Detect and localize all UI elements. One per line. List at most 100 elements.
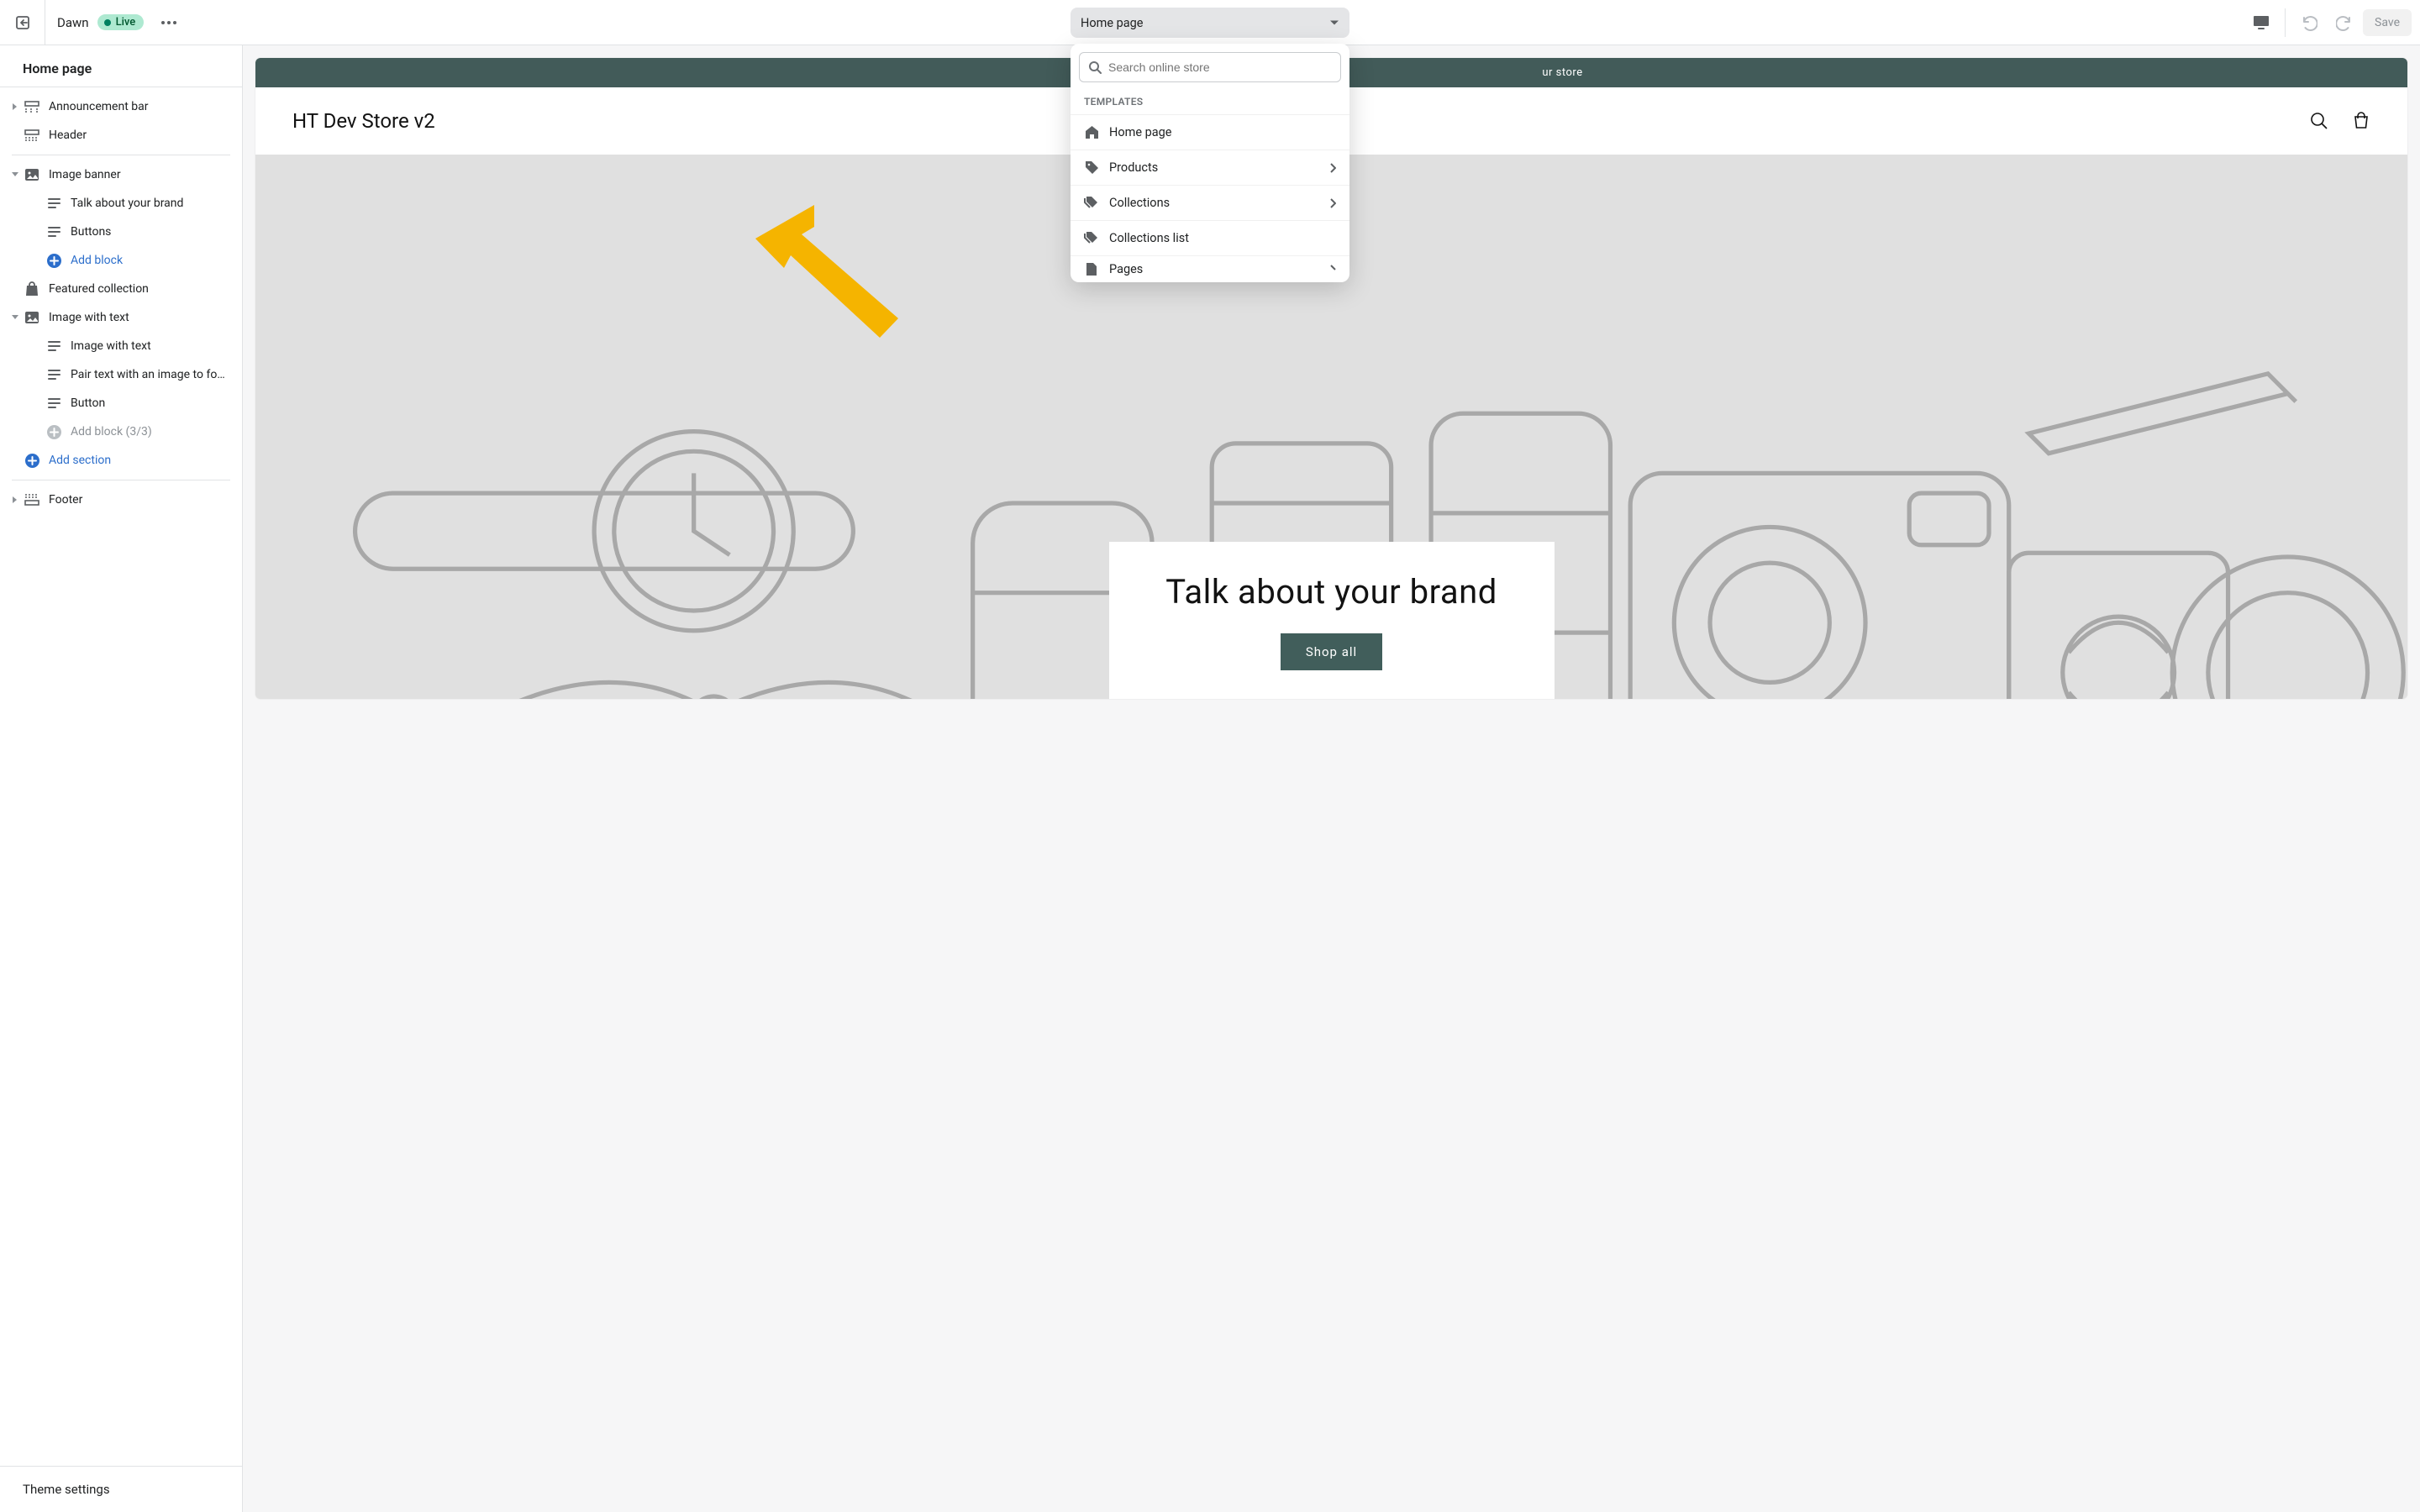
plus-circle-icon	[25, 454, 39, 468]
banner-card: Talk about your brand Shop all	[1109, 542, 1555, 699]
caret-down-icon	[11, 171, 19, 178]
search-icon	[1088, 60, 1102, 74]
template-popover: TEMPLATES Home page Products Collections…	[1071, 44, 1349, 282]
section-footer-icon	[24, 494, 39, 506]
chevron-right-icon	[1329, 265, 1336, 275]
home-icon	[1085, 125, 1099, 139]
topbar: Dawn Live Home page Save	[0, 0, 2420, 45]
caret-down-icon	[1329, 19, 1339, 26]
plus-circle-icon	[47, 425, 61, 439]
exit-icon	[14, 14, 31, 31]
template-item-home[interactable]: Home page	[1071, 114, 1349, 150]
cart-icon[interactable]	[2352, 112, 2370, 130]
add-section-button[interactable]: Add section	[7, 446, 235, 475]
sidebar-item-image-banner[interactable]: Image banner	[7, 160, 235, 189]
save-button[interactable]: Save	[2363, 9, 2412, 36]
template-item-pages[interactable]: Pages	[1071, 255, 1349, 282]
sidebar-item-label: Featured collection	[49, 282, 230, 296]
page-selector-label: Home page	[1081, 16, 1143, 30]
sidebar-item-announcement-bar[interactable]: Announcement bar	[7, 92, 235, 121]
sidebar-item-featured-collection[interactable]: Featured collection	[7, 275, 235, 303]
text-lines-icon	[48, 398, 60, 408]
plus-circle-icon	[47, 254, 61, 268]
sidebar-item-label: Announcement bar	[49, 100, 230, 113]
sidebar-item-label: Header	[49, 129, 230, 142]
search-icon[interactable]	[2310, 112, 2328, 130]
template-item-label: Home page	[1109, 125, 1171, 139]
text-lines-icon	[48, 370, 60, 380]
template-item-label: Pages	[1109, 262, 1143, 276]
image-icon	[24, 311, 39, 324]
search-input[interactable]	[1108, 60, 1332, 74]
topbar-center: Home page	[1071, 8, 1349, 38]
sidebar-item-label: Button	[71, 396, 230, 410]
theme-settings-button[interactable]: Theme settings	[0, 1466, 242, 1512]
sidebar-item-label: Add block (3/3)	[71, 425, 230, 438]
sidebar-item-label: Pair text with an image to focu...	[71, 368, 230, 381]
redo-icon	[2336, 14, 2353, 31]
sidebar-item-label: Add block	[71, 254, 230, 267]
sidebar-item-pair-text[interactable]: Pair text with an image to focu...	[7, 360, 235, 389]
undo-button[interactable]	[2292, 8, 2326, 38]
template-item-label: Collections	[1109, 196, 1170, 210]
sidebar-item-label: Buttons	[71, 225, 230, 239]
search-input-wrapper[interactable]	[1079, 52, 1341, 82]
template-item-label: Collections list	[1109, 231, 1189, 245]
bag-icon	[25, 281, 39, 297]
sidebar-item-label: Talk about your brand	[71, 197, 230, 210]
sidebar-item-label: Add section	[49, 454, 230, 467]
dots-horizontal-icon	[161, 21, 176, 24]
caret-right-icon	[12, 496, 18, 504]
status-badge: Live	[97, 14, 145, 30]
popover-section-header: TEMPLATES	[1071, 84, 1349, 114]
status-badge-label: Live	[116, 16, 136, 29]
status-dot-icon	[104, 19, 111, 26]
template-item-label: Products	[1109, 160, 1158, 175]
template-item-collections[interactable]: Collections	[1071, 185, 1349, 220]
sidebar: Home page Announcement bar Header Image …	[0, 45, 243, 1512]
exit-button[interactable]	[0, 0, 45, 45]
sidebar-item-iwt-child[interactable]: Image with text	[7, 332, 235, 360]
sidebar-item-label: Image with text	[71, 339, 230, 353]
banner-heading: Talk about your brand	[1134, 572, 1529, 612]
section-dashed-icon	[24, 101, 39, 113]
popover-search	[1079, 52, 1341, 82]
sidebar-title: Home page	[0, 45, 242, 87]
sidebar-item-footer[interactable]: Footer	[7, 486, 235, 514]
page-icon	[1086, 262, 1097, 276]
section-header-icon	[24, 129, 39, 141]
banner-button[interactable]: Shop all	[1281, 633, 1382, 670]
tag-icon	[1085, 160, 1099, 175]
desktop-icon	[2253, 15, 2270, 30]
header-icons	[2310, 112, 2370, 130]
sidebar-item-header[interactable]: Header	[7, 121, 235, 150]
sidebar-item-image-with-text[interactable]: Image with text	[7, 303, 235, 332]
theme-name: Dawn	[45, 15, 97, 30]
text-lines-icon	[48, 341, 60, 351]
template-item-products[interactable]: Products	[1071, 150, 1349, 185]
topbar-right: Save	[2244, 8, 2420, 38]
undo-icon	[2301, 14, 2317, 31]
add-block-button[interactable]: Add block	[7, 246, 235, 275]
sidebar-item-button[interactable]: Button	[7, 389, 235, 417]
chevron-right-icon	[1329, 198, 1336, 208]
redo-button[interactable]	[2328, 8, 2361, 38]
add-block-disabled: Add block (3/3)	[7, 417, 235, 446]
page-selector-dropdown[interactable]: Home page	[1071, 8, 1349, 38]
sidebar-item-label: Image with text	[49, 311, 230, 324]
store-name[interactable]: HT Dev Store v2	[292, 109, 435, 133]
sidebar-item-label: Footer	[49, 493, 230, 507]
caret-down-icon	[11, 314, 19, 321]
chevron-right-icon	[1329, 163, 1336, 173]
tags-icon	[1084, 196, 1099, 210]
sidebar-item-label: Image banner	[49, 168, 230, 181]
sidebar-item-buttons[interactable]: Buttons	[7, 218, 235, 246]
sidebar-item-talk-brand[interactable]: Talk about your brand	[7, 189, 235, 218]
image-icon	[24, 168, 39, 181]
divider	[2285, 8, 2286, 37]
more-actions-button[interactable]	[155, 9, 182, 36]
caret-right-icon	[12, 102, 18, 111]
text-lines-icon	[48, 227, 60, 237]
template-item-collections-list[interactable]: Collections list	[1071, 220, 1349, 255]
viewport-desktop-button[interactable]	[2244, 8, 2278, 38]
